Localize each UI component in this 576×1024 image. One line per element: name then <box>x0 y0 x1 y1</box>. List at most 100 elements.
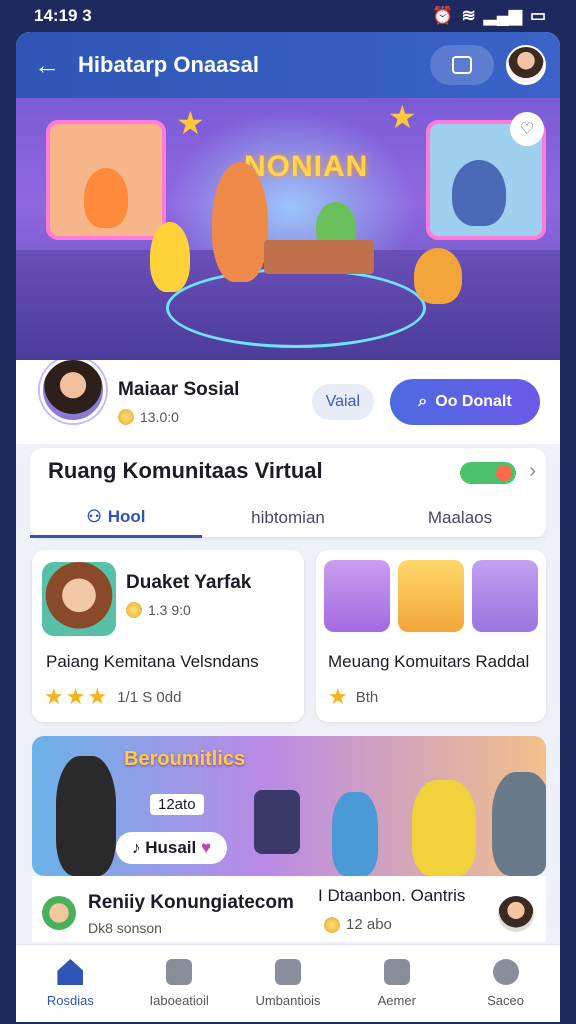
calendar-icon <box>452 56 472 74</box>
arrow-left-icon[interactable]: ← <box>34 50 66 81</box>
nav-item-aemer[interactable]: Aemer <box>342 945 451 1022</box>
post-right-title: I Dtaanbon. Oantris <box>318 886 466 905</box>
profile-avatar[interactable] <box>40 357 106 423</box>
card-meta-value: 1.3 9:0 <box>148 602 191 618</box>
heart-icon[interactable]: ♡ <box>510 112 544 146</box>
star-icon: ★ <box>87 684 108 709</box>
profile-header: Maiaar Sosial 13.0:0 Vaial ⌕ Oo Donalt <box>16 357 560 444</box>
hero-person-left <box>84 168 128 228</box>
nav-item-rosdias[interactable]: Rosdias <box>16 945 125 1022</box>
search-icon: ⌕ <box>418 393 428 410</box>
community-toggle[interactable] <box>460 462 516 484</box>
phone-icon <box>254 790 300 854</box>
nav-item-saceo[interactable]: Saceo <box>451 945 560 1022</box>
teddy-bear <box>414 248 462 304</box>
toggle-knob <box>496 465 512 481</box>
profile-meta: 13.0:0 <box>118 409 312 425</box>
bottom-nav: Rosdias Iaboeatioil Umbantiois Aemer Sac… <box>16 944 560 1022</box>
hero-sign: NONIAN <box>244 150 369 183</box>
card-row: Duaket Yarfak 1.3 9:0 Paiang Kemitana Ve… <box>16 538 560 722</box>
post-subtitle: Dk8 sonson <box>88 920 162 936</box>
hero-child <box>150 222 190 292</box>
community-tabs: ⚇ Hool hibtomian Maalaos <box>30 498 546 538</box>
post-right-meta: 12 abo <box>324 916 392 933</box>
member-thumbnails <box>324 560 538 632</box>
banner-button[interactable]: ♪ Husail ♥ <box>116 832 228 864</box>
profile-name: Maiaar Sosial <box>118 379 240 400</box>
main-action-button[interactable]: ⌕ Oo Donalt <box>390 379 540 425</box>
card-rating: ★ Bth <box>328 684 378 710</box>
banner-person <box>492 772 546 876</box>
banner-person <box>56 756 116 876</box>
status-time: 14:19 3 <box>34 6 92 25</box>
member-avatar[interactable] <box>398 560 464 632</box>
post-right-meta-value: 12 abo <box>346 916 392 933</box>
member-avatar[interactable] <box>472 560 538 632</box>
music-icon: ♪ <box>132 838 141 857</box>
tab-hool[interactable]: ⚇ Hool <box>30 498 202 538</box>
hero-dancer <box>212 162 268 282</box>
card-name: Duaket Yarfak <box>126 572 252 593</box>
heart-icon: ♥ <box>201 838 212 857</box>
nav-item-iaboeatioil[interactable]: Iaboeatioil <box>125 945 234 1022</box>
status-bar: 14:19 3 ⏰ ≋ ▂▄▆ ▭ <box>0 0 576 32</box>
page-title: Hibatarp Onaasal <box>78 52 259 77</box>
wifi-icon: ≋ <box>461 6 476 25</box>
post-row[interactable]: Reniiy Konungiatecom Dk8 sonson I Dtaanb… <box>32 876 546 942</box>
rating-text: Bth <box>355 688 379 706</box>
card-text: Paiang Kemitana Velsndans <box>46 652 259 671</box>
hero-banner: NONIAN ★ ★ ♡ <box>16 98 560 360</box>
main-action-label: Oo Donalt <box>435 393 512 410</box>
leaf-icon <box>274 959 301 985</box>
hero-ring <box>166 268 426 348</box>
post-name: Reniiy Konungiatecom <box>88 892 294 913</box>
users-icon: ⚇ <box>86 506 102 526</box>
chat-icon <box>166 959 193 985</box>
coin-icon <box>126 602 142 618</box>
card-text: Meuang Komuitars Raddal <box>328 652 530 671</box>
post-right-avatar[interactable] <box>498 896 534 932</box>
coin-icon <box>324 916 340 933</box>
banner-child <box>412 780 476 876</box>
banner-button-label: Husail <box>145 838 197 857</box>
nav-label: Saceo <box>487 993 525 1008</box>
rating-text: 1/1 S 0dd <box>117 688 182 706</box>
tab-hibtomian[interactable]: hibtomian <box>202 498 374 538</box>
profile-icon <box>492 959 519 985</box>
nav-label: Aemer <box>377 993 416 1008</box>
community-section: Ruang Komunitaas Virtual › ⚇ Hool hibtom… <box>30 448 546 538</box>
tab-maalaos[interactable]: Maalaos <box>374 498 546 538</box>
nav-label: Rosdias <box>46 993 94 1008</box>
app-bar: ← Hibatarp Onaasal <box>16 32 560 98</box>
member-avatar[interactable] <box>324 560 390 632</box>
home-icon <box>57 959 84 985</box>
alarm-icon: ⏰ <box>432 6 454 25</box>
calendar-button[interactable] <box>430 45 494 85</box>
card-avatar <box>42 562 116 636</box>
nav-label: Iaboeatioil <box>149 993 209 1008</box>
coin-icon <box>118 409 134 425</box>
hero-table <box>264 240 374 274</box>
star-icon: ★ <box>176 105 205 141</box>
star-icon: ★ <box>388 99 417 135</box>
post-avatar <box>42 896 76 930</box>
star-icon: ★ <box>44 684 64 709</box>
card-meta: 1.3 9:0 <box>126 602 191 618</box>
avatar[interactable] <box>506 45 546 85</box>
battery-icon: ▭ <box>529 6 546 25</box>
banner-child <box>332 792 378 876</box>
notification-icon <box>383 959 410 985</box>
promo-banner[interactable]: Beroumitlics 12ato ♪ Husail ♥ <box>32 736 546 876</box>
app-window: ← Hibatarp Onaasal NONIAN ★ ★ ♡ Maiaar S… <box>16 32 560 1022</box>
star-icon: ★ <box>65 684 86 709</box>
nav-item-umbantiois[interactable]: Umbantiois <box>234 945 343 1022</box>
visit-button[interactable]: Vaial <box>311 384 374 420</box>
card-rating: ★ ★ ★ 1/1 S 0dd <box>44 684 181 710</box>
community-card[interactable]: Duaket Yarfak 1.3 9:0 Paiang Kemitana Ve… <box>32 550 304 722</box>
community-card[interactable]: Meuang Komuitars Raddal ★ Bth <box>316 550 546 722</box>
status-icons: ⏰ ≋ ▂▄▆ ▭ <box>432 6 546 26</box>
chevron-right-icon[interactable]: › <box>529 460 536 483</box>
star-icon: ★ <box>328 684 348 709</box>
tab-label: Hool <box>107 506 146 526</box>
nav-label: Umbantiois <box>255 993 321 1008</box>
